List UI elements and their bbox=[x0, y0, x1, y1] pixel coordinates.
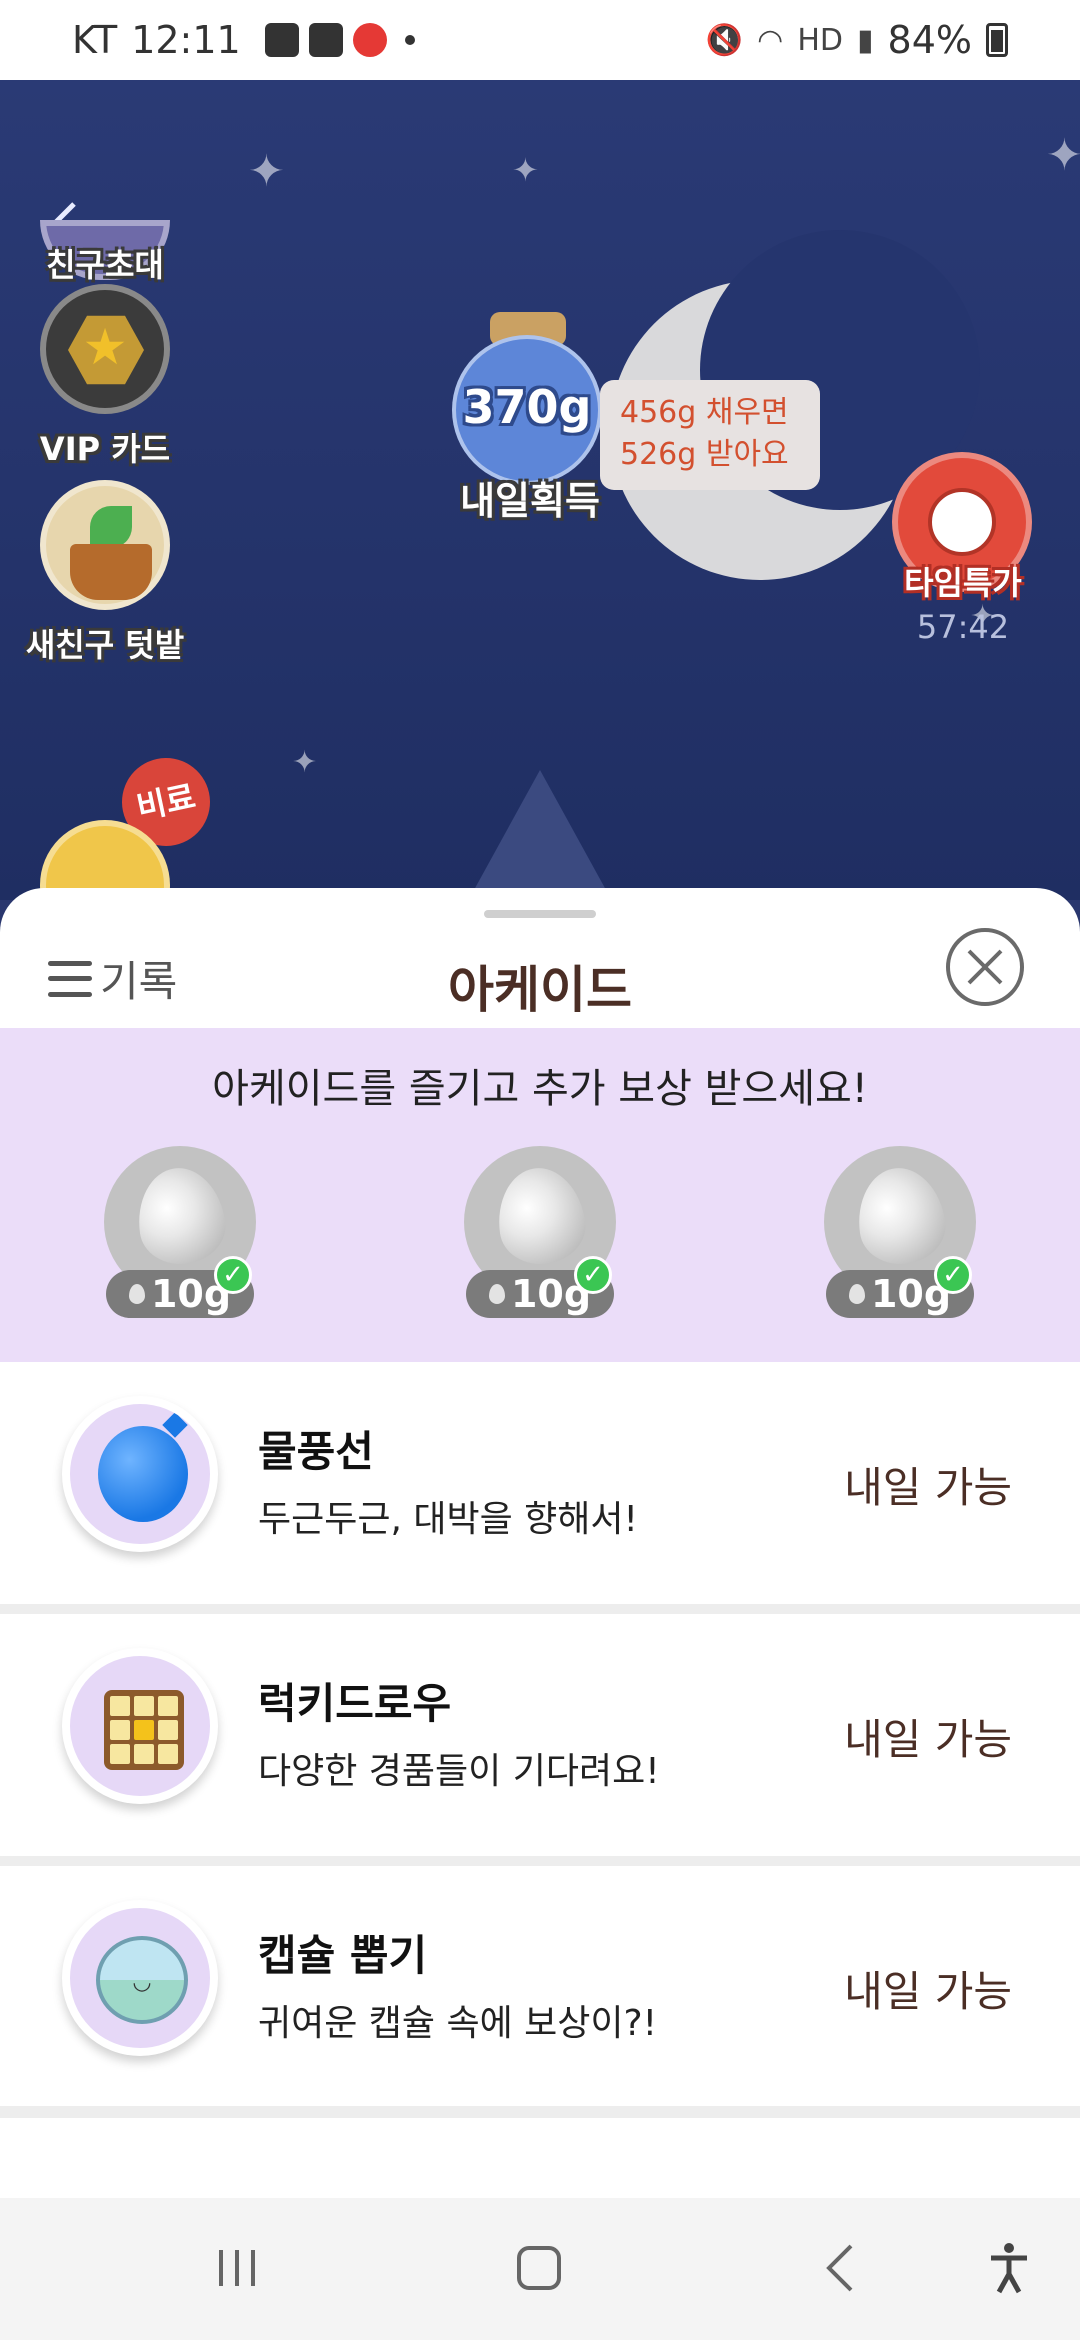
carrier: KT bbox=[72, 18, 118, 62]
sprout-icon bbox=[90, 506, 132, 548]
close-button[interactable] bbox=[946, 928, 1024, 1006]
star-icon: ★ bbox=[82, 318, 128, 376]
arcade-sheet: 기록 아케이드 아케이드를 즐기고 추가 보상 받으세요! 10g ✓ 10g … bbox=[0, 888, 1080, 2198]
star-icon: ✦ bbox=[512, 151, 539, 189]
game-status: 내일 가능 bbox=[844, 1715, 1012, 1764]
game-name: 물풍선 bbox=[258, 1427, 374, 1476]
pot-icon bbox=[70, 544, 152, 600]
water-drop-icon bbox=[851, 1162, 951, 1270]
side-menu-label: VIP 카드 bbox=[39, 430, 171, 468]
capsule-icon: ◡ bbox=[62, 1900, 218, 2056]
game-row-capsule[interactable]: ◡ 캡슐 뽑기 귀여운 캡슐 속에 보상이?! 내일 가능 bbox=[0, 1866, 1080, 2118]
game-name: 럭키드로우 bbox=[258, 1679, 452, 1728]
reward-hint-bubble: 456g 채우면 526g 받아요 bbox=[600, 380, 820, 490]
vip-badge: ★ bbox=[40, 284, 170, 414]
signal-icon: ▮ bbox=[857, 22, 874, 58]
side-menu-vip-card[interactable]: ★ VIP 카드 bbox=[20, 284, 190, 468]
promo-banner: 아케이드를 즐기고 추가 보상 받으세요! 10g ✓ 10g ✓ 10g ✓ bbox=[0, 1028, 1080, 1362]
promo-text: 아케이드를 즐기고 추가 보상 받으세요! bbox=[212, 1066, 868, 1112]
wifi-icon: ◠ bbox=[757, 22, 784, 58]
side-menu-invite-friends[interactable]: 친구초대 bbox=[20, 220, 190, 284]
balloon-body bbox=[98, 1426, 188, 1522]
star-icon: ✦ bbox=[292, 745, 318, 780]
lucky-grid-icon bbox=[62, 1648, 218, 1804]
side-menu-new-friend-garden[interactable]: 새친구 텃밭 bbox=[20, 480, 190, 664]
check-icon: ✓ bbox=[214, 1256, 252, 1294]
d-app-icon bbox=[264, 23, 299, 57]
close-icon bbox=[967, 949, 1003, 985]
water-drop-icon bbox=[488, 1284, 505, 1304]
clock: 12:11 bbox=[131, 18, 241, 62]
reward-item: 10g ✓ bbox=[104, 1146, 256, 1322]
check-icon: ✓ bbox=[934, 1256, 972, 1294]
bubble-line1: 456g 채우면 bbox=[620, 395, 789, 430]
check-icon: ✓ bbox=[574, 1256, 612, 1294]
game-status: 내일 가능 bbox=[844, 1967, 1012, 2016]
game-row-lucky-draw[interactable]: 럭키드로우 다양한 경품들이 기다려요! 내일 가능 bbox=[0, 1614, 1080, 1866]
star-icon: ✦ bbox=[248, 146, 285, 197]
home-icon bbox=[517, 2246, 561, 2290]
water-drop-icon bbox=[131, 1162, 231, 1270]
alarm-clock-icon bbox=[928, 488, 996, 556]
accessibility-button[interactable] bbox=[974, 2238, 1044, 2298]
bubble-line2: 526g 받아요 bbox=[620, 437, 789, 472]
more-notifications-dot-icon bbox=[404, 35, 415, 45]
home-button[interactable] bbox=[504, 2238, 574, 2298]
water-drop-icon bbox=[491, 1162, 591, 1270]
smile-face-icon: ◡ bbox=[132, 1970, 152, 1995]
time-deal-label: 타임특가 bbox=[904, 564, 1022, 602]
gallery-icon bbox=[308, 23, 343, 57]
game-status: 내일 가능 bbox=[844, 1463, 1012, 1512]
jar-amount: 370g bbox=[462, 380, 592, 434]
time-deal-timer: 57:42 bbox=[916, 608, 1010, 646]
hd-icon: HD bbox=[797, 22, 844, 58]
plant-pot-icon bbox=[40, 480, 170, 610]
water-balloon-icon bbox=[62, 1396, 218, 1552]
back-nav-button[interactable] bbox=[806, 2238, 876, 2298]
reward-item: 10g ✓ bbox=[824, 1146, 976, 1322]
game-desc: 두근두근, 대박을 향해서! bbox=[258, 1499, 638, 1540]
game-name: 캡슐 뽑기 bbox=[258, 1931, 428, 1980]
star-icon: ✦ bbox=[1046, 130, 1080, 181]
water-drop-icon bbox=[848, 1284, 865, 1304]
system-nav-bar bbox=[0, 2198, 1080, 2340]
night-scene: ✦ ✦ ✦ ✦ ✦ 친구초대 ★ VIP 카드 새친구 텃밭 비료 370g 내… bbox=[0, 80, 1080, 900]
side-menu-label: 친구초대 bbox=[46, 246, 164, 284]
notification-app-icon bbox=[352, 23, 387, 57]
mountain-shape bbox=[430, 770, 650, 900]
game-list: 물풍선 두근두근, 대박을 향해서! 내일 가능 럭키드로우 다양한 경품들이 … bbox=[0, 1362, 1080, 2118]
game-desc: 다양한 경품들이 기다려요! bbox=[258, 1751, 660, 1792]
sheet-grab-handle[interactable] bbox=[484, 910, 596, 918]
accessibility-icon bbox=[991, 2243, 1027, 2294]
side-menu-label: 새친구 텃밭 bbox=[25, 626, 185, 664]
recent-apps-button[interactable] bbox=[202, 2238, 272, 2298]
battery-percent: 84% bbox=[887, 18, 972, 62]
reward-item: 10g ✓ bbox=[464, 1146, 616, 1322]
status-bar: KT 12:11 🔇 ◠ HD ▮ 84% bbox=[0, 0, 1080, 80]
water-drop-icon bbox=[128, 1284, 145, 1304]
capsule-body: ◡ bbox=[96, 1936, 188, 2024]
lucky-grid bbox=[104, 1690, 184, 1770]
sheet-title: 아케이드 bbox=[448, 961, 632, 1019]
mute-icon: 🔇 bbox=[705, 22, 744, 58]
battery-icon bbox=[986, 23, 1008, 57]
sheet-header: 기록 아케이드 bbox=[0, 928, 1080, 1038]
back-icon bbox=[826, 2244, 853, 2292]
game-row-water-balloon[interactable]: 물풍선 두근두근, 대박을 향해서! 내일 가능 bbox=[0, 1362, 1080, 1614]
game-desc: 귀여운 캡슐 속에 보상이?! bbox=[258, 2003, 658, 2044]
recent-apps-icon bbox=[219, 2250, 255, 2286]
